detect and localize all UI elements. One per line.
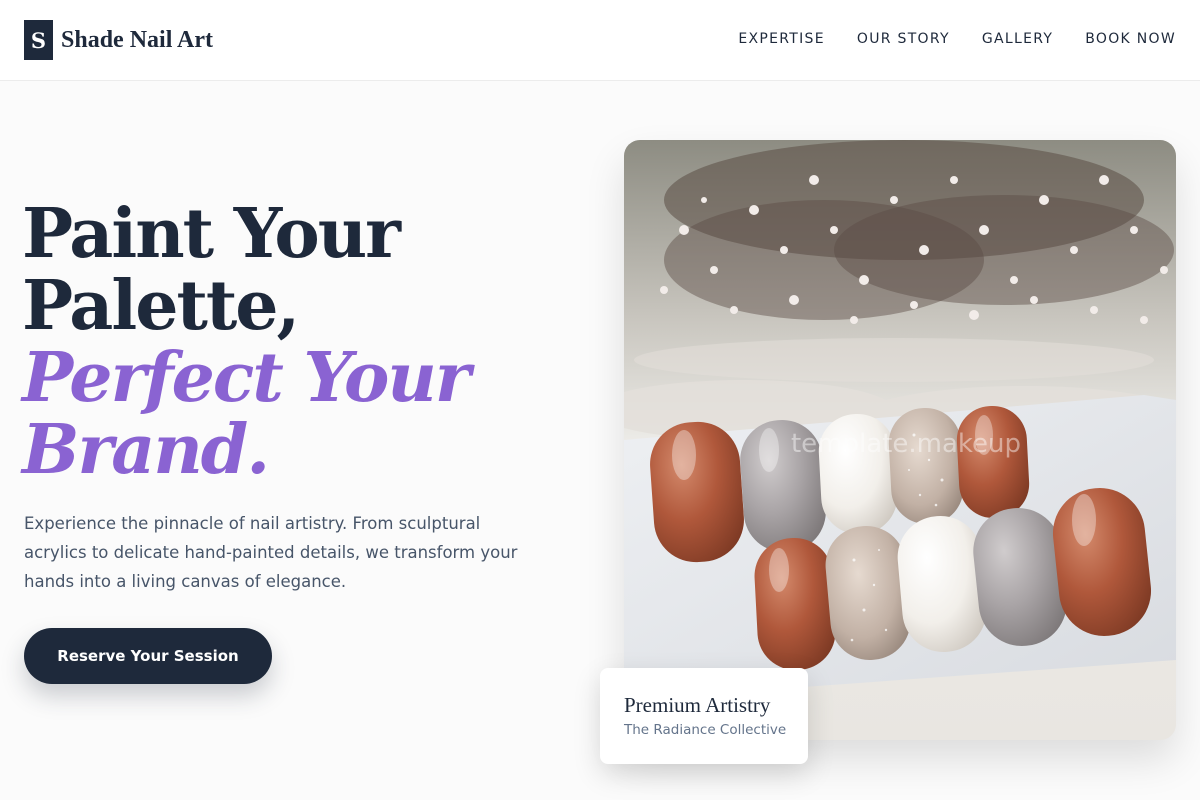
nav-gallery[interactable]: GALLERY	[982, 28, 1053, 50]
nav-book-now[interactable]: BOOK NOW	[1085, 28, 1176, 50]
nav-our-story[interactable]: OUR STORY	[857, 28, 950, 50]
reserve-session-button[interactable]: Reserve Your Session	[24, 628, 272, 684]
caption-card: Premium Artistry The Radiance Collective	[600, 668, 808, 764]
site-header: S Shade Nail Art EXPERTISE OUR STORY GAL…	[0, 0, 1200, 81]
caption-title: Premium Artistry	[624, 693, 771, 717]
hero-description: Experience the pinnacle of nail artistry…	[24, 514, 518, 591]
logo-mark[interactable]: S	[24, 20, 53, 60]
photo-watermark: template.makeup	[791, 429, 1021, 459]
hero-title-accent-line-1: Perfect Your	[22, 338, 471, 418]
nail-photo-illustration: template.makeup	[624, 140, 1176, 740]
nail-photo: template.makeup	[624, 140, 1176, 740]
hero-title-accent-line-2: Brand.	[22, 410, 270, 490]
caption-subtitle: The Radiance Collective	[624, 722, 787, 738]
hero-title-line-2: Palette,	[22, 266, 300, 346]
nav-expertise[interactable]: EXPERTISE	[738, 28, 825, 50]
brand-name[interactable]: Shade Nail Art	[61, 24, 213, 56]
main-nav: EXPERTISE OUR STORY GALLERY BOOK NOW	[738, 28, 1176, 50]
hero-title-line-1: Paint Your	[22, 194, 401, 274]
hero-title: Paint Your Palette, Perfect Your Brand.	[22, 198, 582, 486]
